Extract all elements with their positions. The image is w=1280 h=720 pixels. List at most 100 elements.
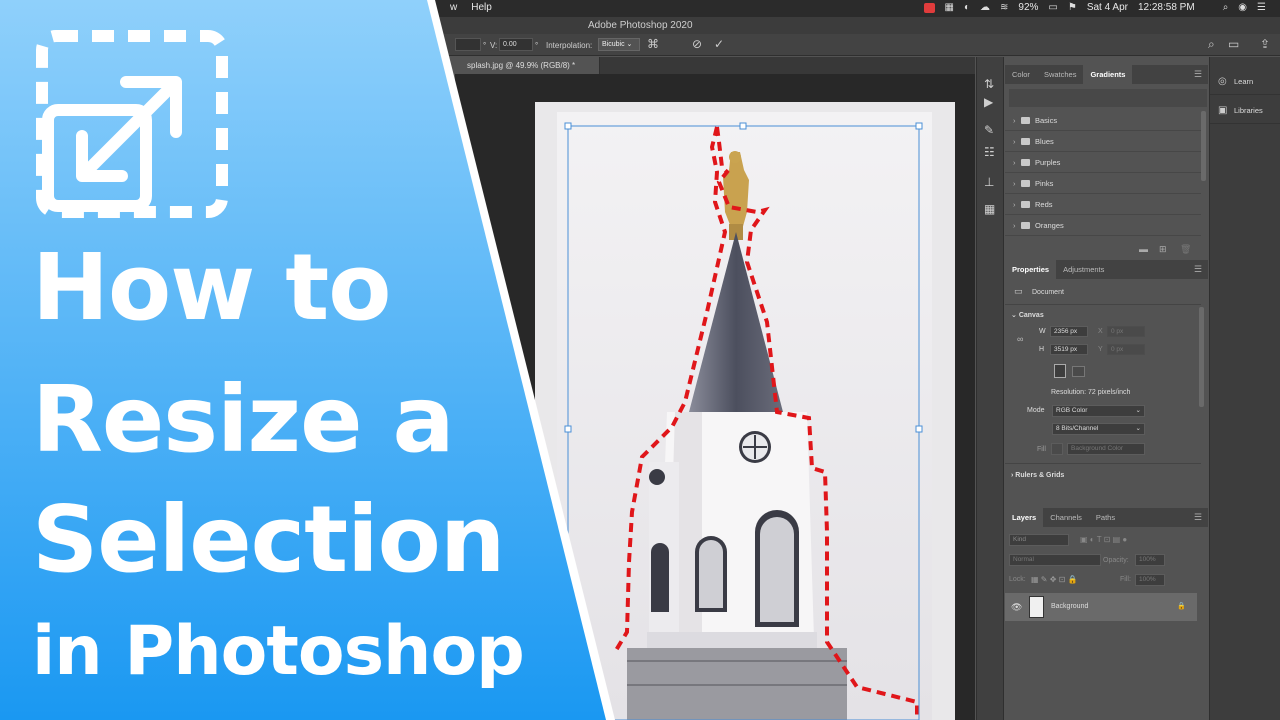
mode-select[interactable]: RGB Color ⌄ (1052, 405, 1145, 417)
document-icon: ▭ (1014, 286, 1023, 296)
portrait-orientation-icon[interactable] (1054, 364, 1066, 378)
opacity-field[interactable]: 100% (1135, 554, 1165, 566)
folder-name: Pinks (1035, 179, 1054, 188)
folder-icon (1021, 138, 1030, 145)
x-field[interactable]: 0 px (1107, 326, 1145, 337)
battery-icon[interactable]: ▭ (1048, 2, 1057, 13)
gradients-tabs: Color Swatches Gradients (1005, 65, 1208, 84)
panel-menu-icon[interactable]: ☰ (1194, 69, 1202, 80)
tab-layers[interactable]: Layers (1005, 508, 1044, 527)
creative-cloud-icon[interactable]: ☁ (980, 2, 990, 13)
history-icon[interactable]: ⇅ (984, 77, 994, 91)
tab-paths[interactable]: Paths (1089, 508, 1122, 527)
menu-window[interactable]: w (450, 2, 457, 13)
share-icon[interactable]: ⇪ (1260, 37, 1270, 51)
workspace-icon[interactable]: ▭ (1228, 37, 1239, 51)
tab-color[interactable]: Color (1005, 65, 1037, 84)
stamp-icon[interactable]: ⊥ (984, 175, 994, 189)
flag-icon[interactable]: ⚑ (1068, 2, 1077, 13)
kind-filter[interactable]: Kind (1009, 534, 1069, 546)
check-icon[interactable]: ✓ (714, 37, 724, 51)
table-icon[interactable]: ▦ (984, 202, 995, 216)
divider (1005, 304, 1201, 305)
resize-selection-icon (36, 30, 228, 218)
mac-menubar: w Help ▦ ◐ ☁ ≋ 92% ▭ ⚑ Sat 4 Apr 12:28:5… (0, 0, 1280, 17)
new-folder-icon[interactable]: ▬ (1139, 244, 1148, 254)
libraries-icon: ▣ (1218, 105, 1228, 116)
panel-menu-icon[interactable]: ☰ (1194, 512, 1202, 523)
delete-icon[interactable]: 🗑 (1180, 244, 1191, 255)
eye-icon[interactable]: 👁 (1011, 602, 1022, 613)
church-spire-photo[interactable] (557, 112, 932, 720)
tab-channels[interactable]: Channels (1043, 508, 1089, 527)
degree-mark-2: ° (535, 41, 539, 50)
fill-select[interactable]: Background Color (1067, 443, 1145, 455)
gradient-folder[interactable]: › Pinks (1005, 174, 1201, 194)
panel-menu-icon[interactable]: ☰ (1194, 264, 1202, 275)
search-icon[interactable]: ⌕ (1223, 2, 1229, 13)
width-field[interactable]: 2356 px (1050, 326, 1088, 337)
chevron-down-icon: ⌄ (1135, 425, 1141, 432)
fill-value: Background Color (1071, 445, 1124, 452)
new-gradient-icon[interactable]: ⊞ (1159, 244, 1167, 255)
gradient-folder[interactable]: › Purples (1005, 153, 1201, 173)
tab-swatches[interactable]: Swatches (1037, 65, 1084, 84)
folder-icon (1021, 222, 1030, 229)
warp-icon[interactable]: ⌘ (647, 37, 659, 51)
play-icon[interactable]: ▶ (984, 95, 993, 109)
search-icon[interactable]: ⌕ (1208, 37, 1215, 52)
v-skew-field[interactable]: 0.00 (499, 38, 533, 51)
gradient-search[interactable] (1009, 89, 1207, 107)
properties-scrollbar[interactable] (1199, 307, 1204, 407)
window-title: Adobe Photoshop 2020 (588, 20, 693, 31)
layer-fill-field[interactable]: 100% (1135, 574, 1165, 586)
gradients-scrollbar[interactable] (1201, 111, 1206, 181)
fill-swatch[interactable] (1051, 443, 1063, 455)
depth-select[interactable]: 8 Bits/Channel ⌄ (1052, 423, 1145, 435)
fill-label: Fill (1037, 446, 1046, 453)
menu-list-icon[interactable]: ☰ (1257, 2, 1266, 13)
rulers-section-label[interactable]: › Rulers & Grids (1011, 472, 1064, 479)
height-field[interactable]: 3519 px (1050, 344, 1088, 355)
tab-properties[interactable]: Properties (1005, 260, 1057, 279)
brush-icon[interactable]: ✎ (984, 123, 994, 137)
layer-row-background[interactable]: 👁 Background 🔒 (1005, 593, 1197, 621)
chevron-right-icon: › (1013, 137, 1016, 146)
tools-column: ⇅ ▶ ✎ ☷ ⊥ ▦ (976, 57, 1004, 720)
x-label: X (1098, 328, 1103, 335)
gradient-folder[interactable]: › Basics (1005, 111, 1201, 131)
h-skew-field[interactable] (455, 38, 481, 51)
tab-gradients[interactable]: Gradients (1083, 65, 1133, 84)
wifi-icon[interactable]: ≋ (1000, 2, 1008, 13)
document-tab[interactable]: splash.jpg @ 49.9% (RGB/8) * (455, 57, 600, 74)
learn-item[interactable]: ◎ Learn (1210, 69, 1280, 95)
blend-value: Normal (1013, 556, 1034, 563)
user-icon[interactable]: ◉ (1238, 2, 1247, 13)
headline-line-3: Selection (32, 486, 505, 593)
blend-mode-select[interactable]: Normal (1009, 554, 1101, 566)
sync-icon[interactable]: ◐ (964, 2, 970, 13)
folder-icon (1021, 201, 1030, 208)
lock-icons[interactable]: ▦ ✎ ✥ ⊡ 🔒 (1031, 575, 1078, 584)
folder-name: Blues (1035, 137, 1054, 146)
side-panel: ◎ Learn ▣ Libraries (1209, 57, 1280, 720)
menubar-time[interactable]: 12:28:58 PM (1138, 2, 1195, 13)
filter-icons[interactable]: ▣ ◐ T ⊡ ▤ ● (1080, 535, 1127, 544)
y-field[interactable]: 0 px (1107, 344, 1145, 355)
interpolation-select[interactable]: Bicubic ⌄ (598, 38, 640, 51)
menu-help[interactable]: Help (471, 2, 492, 13)
canvas-section-label[interactable]: ⌄ Canvas (1011, 311, 1044, 319)
grid-icon[interactable]: ▦ (945, 2, 954, 13)
headline-line-1: How to (32, 234, 391, 341)
cancel-icon[interactable]: ⊘ (692, 37, 702, 51)
libraries-item[interactable]: ▣ Libraries (1210, 98, 1280, 124)
chevron-right-icon: › (1013, 158, 1016, 167)
tab-adjustments[interactable]: Adjustments (1056, 260, 1111, 279)
gradient-folder[interactable]: › Blues (1005, 132, 1201, 152)
recording-icon[interactable] (923, 2, 935, 13)
gradient-folder[interactable]: › Oranges (1005, 216, 1201, 236)
gradient-folder[interactable]: › Reds (1005, 195, 1201, 215)
adjust-icon[interactable]: ☷ (984, 145, 995, 159)
link-icon[interactable]: ∞ (1017, 334, 1023, 344)
landscape-orientation-icon[interactable] (1072, 366, 1085, 377)
